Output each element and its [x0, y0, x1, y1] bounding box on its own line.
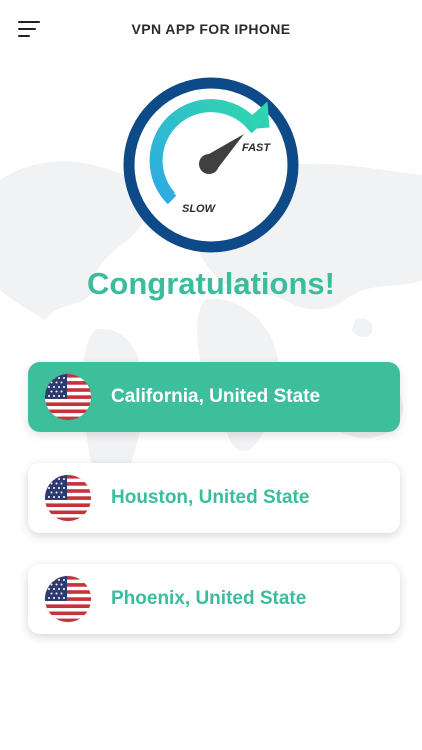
fast-label: FAST [242, 142, 271, 154]
server-item-phoenix[interactable]: Phoenix, United State [28, 564, 400, 634]
slow-label: SLOW [182, 203, 217, 215]
speedometer-icon: FAST SLOW [123, 77, 299, 253]
server-item-houston[interactable]: Houston, United State [28, 463, 400, 533]
app-title: VPN APP FOR IPHONE [131, 21, 291, 37]
us-flag-icon [45, 576, 91, 622]
us-flag-icon [45, 374, 91, 420]
us-flag-icon [45, 475, 91, 521]
server-label: California, United State [111, 386, 321, 407]
server-label: Phoenix, United State [111, 588, 307, 609]
status-message: Congratulations! [87, 266, 335, 301]
server-item-california[interactable]: California, United State [28, 362, 400, 432]
server-label: Houston, United State [111, 487, 310, 508]
header: VPN APP FOR IPHONE [0, 0, 422, 60]
